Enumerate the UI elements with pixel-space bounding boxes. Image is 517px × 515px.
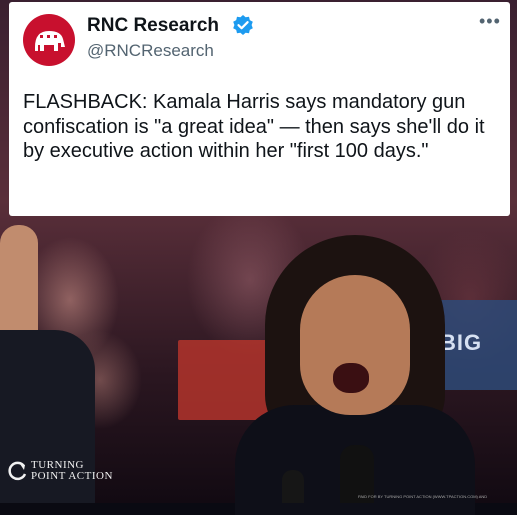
verified-badge-icon [233,15,253,35]
speaker-face [300,275,410,415]
handle[interactable]: @RNCResearch [87,41,214,61]
speaker-mouth [333,363,369,393]
avatar[interactable] [23,14,75,66]
tweet-card[interactable]: RNC Research @RNCResearch ••• FLASHBACK:… [9,2,510,216]
elephant-logo-icon [35,31,65,51]
more-horizontal-icon[interactable]: ••• [479,12,501,30]
disclaimer-text: PAID FOR BY TURNING POINT ACTION (WWW.TP… [358,494,488,499]
raised-hand [0,225,38,340]
circle-arrow-icon [8,461,27,481]
tweet-text: FLASHBACK: Kamala Harris says mandatory … [23,91,485,162]
microphone-secondary [282,470,304,503]
display-name[interactable]: RNC Research [87,15,219,37]
logo-line-2: POINT ACTION [31,470,113,482]
turning-point-action-logo: TURNING POINT ACTION [6,460,113,482]
